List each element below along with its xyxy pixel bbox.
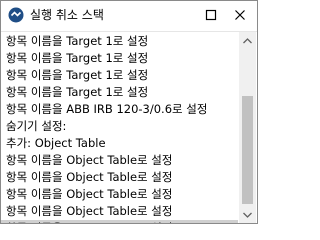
restore-button[interactable] [200,5,222,25]
scrollbar-thumb[interactable] [242,96,253,204]
undo-stack-item[interactable]: 항목 이름을 Target 1로 설정 [1,50,238,67]
chevron-down-icon [243,212,252,218]
close-button[interactable] [229,5,251,25]
undo-stack-panel: 항목 이름을 Target 1로 설정 항목 이름을 Target 1로 설정 항목… [1,31,257,224]
restore-icon [205,9,217,21]
undo-stack-list[interactable]: 항목 이름을 Target 1로 설정 항목 이름을 Target 1로 설정 항목… [1,33,238,223]
close-icon [235,10,245,20]
scroll-up-button[interactable] [239,32,256,49]
undo-stack-item[interactable]: 항목 이름을 Object Table로 설정 [1,152,238,169]
window-title: 실행 취소 스택 [30,8,104,22]
undo-stack-item[interactable]: 항목 이름을 Target 1로 설정 [1,33,238,50]
undo-stack-item[interactable]: 항목 이름을 Object Table로 설정 [1,169,238,186]
undo-stack-item[interactable]: 항목 이름을 ABB IRB 120-3/0.6로 설정 [1,101,238,118]
undo-stack-item[interactable]: 항목 이름을 Target 1로 설정 [1,67,238,84]
undo-stack-item[interactable]: 추가: Object Table [1,135,238,152]
app-logo-icon [8,7,24,23]
undo-stack-item[interactable]: 항목 이름을 Target 1로 설정 [1,84,238,101]
chevron-up-icon [243,37,252,43]
undo-stack-item[interactable]: 항목 이름을 Object Table로 설정 [1,220,238,223]
title-bar[interactable]: 실행 취소 스택 [1,1,257,31]
undo-stack-item[interactable]: 숨기기 설정: [1,118,238,135]
undo-stack-item[interactable]: 항목 이름을 Object Table로 설정 [1,186,238,203]
scroll-down-button[interactable] [239,206,256,223]
undo-stack-item[interactable]: 항목 이름을 Object Table로 설정 [1,203,238,220]
undo-stack-window: 실행 취소 스택 항목 이름을 Target 1로 설정 항목 이름을 Targe… [0,0,258,224]
vertical-scrollbar[interactable] [239,32,256,223]
